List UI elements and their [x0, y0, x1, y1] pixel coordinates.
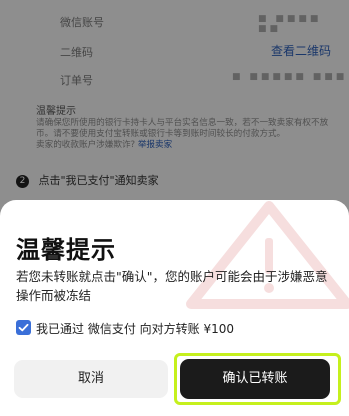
cancel-button[interactable]: 取消	[14, 360, 168, 398]
modal-message: 若您未转账就点击"确认"，您的账户可能会由于涉嫌恶意操作而被冻结	[16, 269, 328, 303]
confirm-transferred-button[interactable]: 确认已转账	[180, 359, 330, 399]
modal-title: 温馨提示	[16, 236, 116, 264]
transfer-confirmation-text: 我已通过 微信支付 向对方转账 ¥100	[36, 322, 234, 336]
confirm-transfer-sheet: 温馨提示 若您未转账就点击"确认"，您的账户可能会由于涉嫌恶意操作而被冻结 我已…	[0, 200, 349, 416]
checkbox-checked-icon[interactable]	[16, 320, 31, 335]
